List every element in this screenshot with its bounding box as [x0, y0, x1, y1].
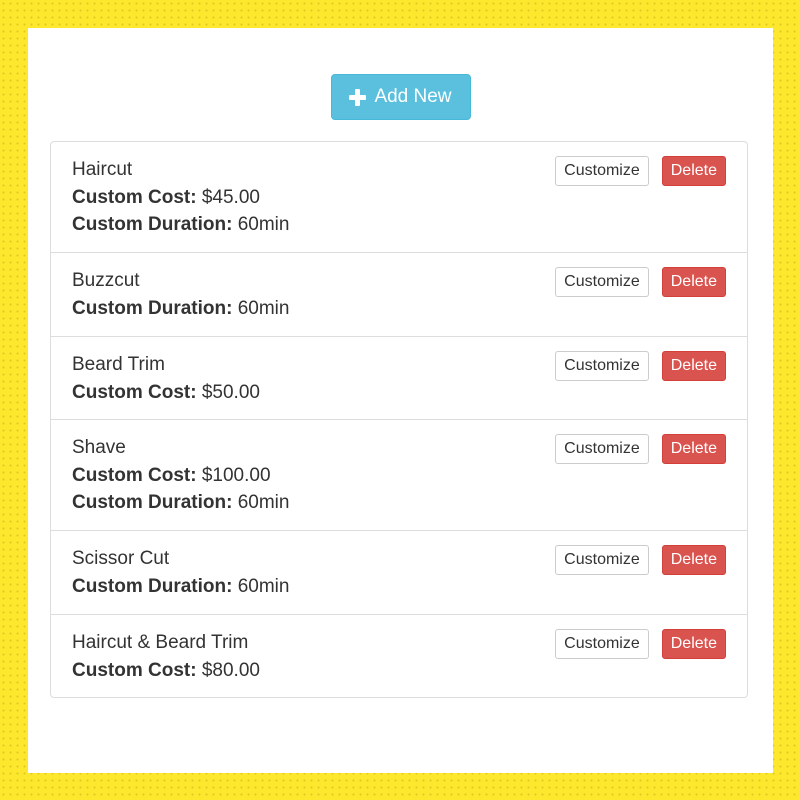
custom-cost-line: Custom Cost: $45.00	[72, 187, 726, 215]
delete-button[interactable]: Delete	[661, 351, 726, 381]
item-actions: Customize Delete	[555, 267, 726, 297]
customize-button[interactable]: Customize	[555, 545, 649, 575]
custom-duration-line: Custom Duration: 60min	[72, 492, 726, 520]
customize-button[interactable]: Customize	[555, 156, 649, 186]
customize-button[interactable]: Customize	[555, 267, 649, 297]
main-panel: Add New Haircut Custom Cost: $45.00 Cust…	[28, 28, 773, 773]
custom-duration-label: Custom Duration:	[72, 214, 233, 235]
add-new-label: Add New	[374, 86, 452, 107]
custom-duration-line: Custom Duration: 60min	[72, 214, 726, 242]
customize-button[interactable]: Customize	[555, 351, 649, 381]
service-list: Haircut Custom Cost: $45.00 Custom Durat…	[50, 141, 748, 698]
custom-cost-label: Custom Cost:	[72, 186, 197, 208]
item-actions: Customize Delete	[555, 434, 726, 464]
delete-button[interactable]: Delete	[661, 434, 726, 464]
delete-button[interactable]: Delete	[661, 545, 726, 575]
custom-cost-line: Custom Cost: $100.00	[72, 465, 726, 493]
custom-cost-value: $80.00	[201, 659, 260, 681]
custom-cost-label: Custom Cost:	[72, 464, 197, 486]
list-item-scissor-cut: Scissor Cut Custom Duration: 60min Custo…	[51, 531, 747, 615]
customize-button[interactable]: Customize	[555, 629, 649, 659]
delete-button[interactable]: Delete	[661, 267, 726, 297]
custom-duration-label: Custom Duration:	[72, 297, 233, 319]
item-actions: Customize Delete	[555, 629, 726, 659]
custom-cost-value: $45.00	[201, 186, 260, 208]
custom-duration-value: 60min	[237, 214, 290, 235]
custom-duration-label: Custom Duration:	[72, 492, 233, 513]
custom-duration-value: 60min	[237, 297, 290, 319]
custom-cost-value: $50.00	[201, 381, 260, 403]
custom-duration-line: Custom Duration: 60min	[72, 576, 726, 604]
custom-cost-label: Custom Cost:	[72, 381, 197, 403]
custom-duration-value: 60min	[237, 575, 290, 597]
custom-cost-line: Custom Cost: $80.00	[72, 660, 726, 688]
customize-button[interactable]: Customize	[555, 434, 649, 464]
custom-duration-line: Custom Duration: 60min	[72, 298, 726, 326]
delete-button[interactable]: Delete	[661, 629, 726, 659]
delete-button[interactable]: Delete	[661, 156, 726, 186]
custom-duration-value: 60min	[237, 492, 290, 513]
custom-cost-value: $100.00	[201, 464, 271, 486]
item-actions: Customize Delete	[555, 351, 726, 381]
list-item-beard-trim: Beard Trim Custom Cost: $50.00 Customize…	[51, 337, 747, 420]
item-actions: Customize Delete	[555, 545, 726, 575]
list-item-buzzcut: Buzzcut Custom Duration: 60min Customize…	[51, 253, 747, 337]
add-new-button[interactable]: Add New	[330, 74, 471, 120]
custom-cost-line: Custom Cost: $50.00	[72, 382, 726, 410]
list-item-haircut: Haircut Custom Cost: $45.00 Custom Durat…	[51, 142, 747, 253]
custom-cost-label: Custom Cost:	[72, 659, 197, 681]
plus-icon	[349, 88, 367, 106]
add-button-wrapper: Add New	[28, 74, 773, 120]
custom-duration-label: Custom Duration:	[72, 575, 233, 597]
list-item-haircut-and-beard-trim: Haircut & Beard Trim Custom Cost: $80.00…	[51, 615, 747, 697]
item-actions: Customize Delete	[555, 156, 726, 186]
list-item-shave: Shave Custom Cost: $100.00 Custom Durati…	[51, 420, 747, 531]
